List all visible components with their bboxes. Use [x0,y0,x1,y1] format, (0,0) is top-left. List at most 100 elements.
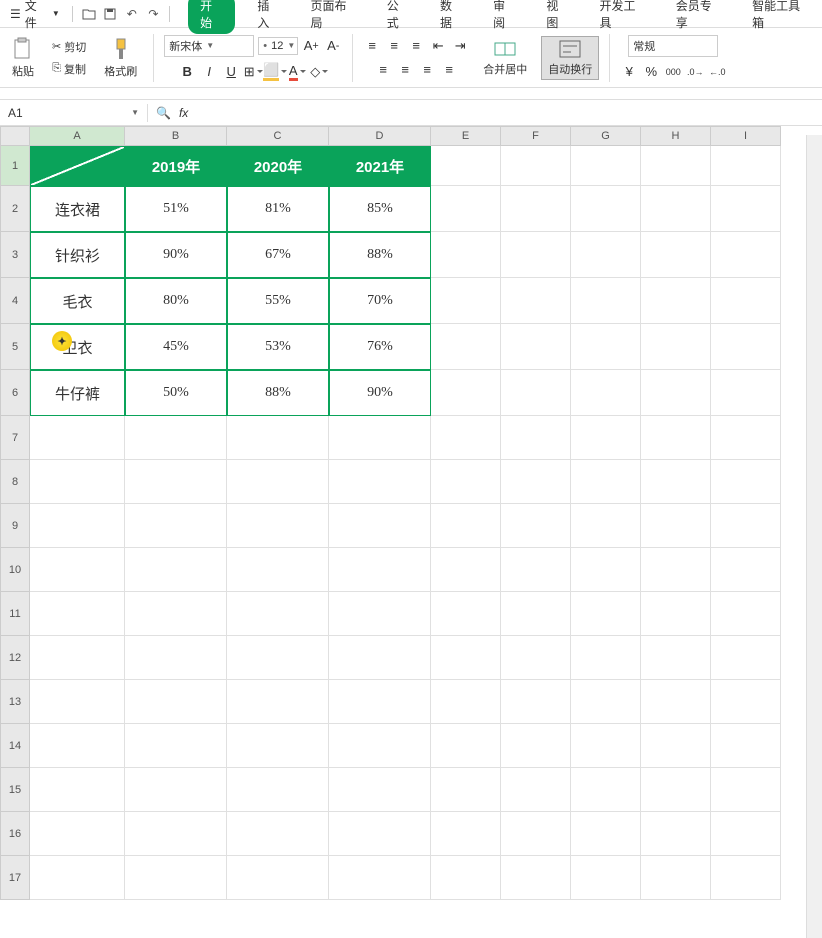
cell[interactable] [571,592,641,636]
decrease-decimal-icon[interactable]: ←.0 [708,63,726,81]
row-header-2[interactable]: 2 [0,186,30,232]
cell[interactable]: 85% [329,186,431,232]
cell[interactable] [125,856,227,900]
tab-insert[interactable]: 插入 [249,0,288,34]
underline-icon[interactable]: U [222,63,240,81]
cell[interactable] [571,768,641,812]
cell[interactable]: 50% [125,370,227,416]
cell[interactable] [329,504,431,548]
row-header-11[interactable]: 11 [0,592,30,636]
tab-dev[interactable]: 开发工具 [591,0,653,34]
cell[interactable] [431,724,501,768]
cell[interactable]: 2021年 [329,146,431,186]
cell[interactable] [641,416,711,460]
cell[interactable] [711,504,781,548]
row-header-3[interactable]: 3 [0,232,30,278]
row-header-16[interactable]: 16 [0,812,30,856]
cell[interactable] [711,232,781,278]
align-left-icon[interactable]: ≡ [374,61,392,79]
cell[interactable] [571,856,641,900]
decrease-font-icon[interactable]: A- [324,37,342,55]
cell[interactable] [227,724,329,768]
tab-ai[interactable]: 智能工具箱 [744,0,818,34]
row-header-14[interactable]: 14 [0,724,30,768]
open-icon[interactable] [79,4,99,24]
cell[interactable] [641,768,711,812]
font-name-select[interactable]: 新宋体▼ [164,35,254,57]
cell[interactable] [501,636,571,680]
thousands-icon[interactable]: 000 [664,63,682,81]
cell[interactable] [641,186,711,232]
cut-button[interactable]: ✂剪切 [48,37,90,57]
cell[interactable] [641,232,711,278]
align-bottom-icon[interactable]: ≡ [407,37,425,55]
cell[interactable] [641,324,711,370]
cell[interactable] [30,636,125,680]
cell[interactable] [227,636,329,680]
cell[interactable] [571,504,641,548]
format-painter-button[interactable]: 格式刷 [98,35,143,81]
cell[interactable] [571,812,641,856]
cell[interactable] [641,724,711,768]
cell[interactable] [125,460,227,504]
cell[interactable] [501,592,571,636]
cell[interactable] [227,768,329,812]
cell[interactable] [30,548,125,592]
cell[interactable] [501,812,571,856]
cell[interactable] [125,592,227,636]
cell[interactable] [431,856,501,900]
tab-data[interactable]: 数据 [432,0,471,34]
save-icon[interactable] [100,4,120,24]
cell[interactable] [227,680,329,724]
increase-decimal-icon[interactable]: .0→ [686,63,704,81]
tab-start[interactable]: 开始 [188,0,235,34]
cell[interactable]: 70% [329,278,431,324]
cell[interactable] [711,724,781,768]
cell[interactable] [711,768,781,812]
cell[interactable] [227,856,329,900]
cell[interactable] [431,548,501,592]
cell[interactable]: 88% [227,370,329,416]
row-header-13[interactable]: 13 [0,680,30,724]
cell[interactable]: 连衣裙 [30,186,125,232]
file-menu[interactable]: ☰ 文件 ▼ [4,0,66,33]
cell[interactable] [711,186,781,232]
cell[interactable]: 90% [125,232,227,278]
cell[interactable] [125,504,227,548]
cell[interactable] [125,680,227,724]
indent-right-icon[interactable]: ⇥ [451,37,469,55]
cell[interactable] [329,636,431,680]
cell[interactable]: 53% [227,324,329,370]
cell[interactable] [501,186,571,232]
cell[interactable] [641,592,711,636]
cell[interactable] [711,416,781,460]
cell[interactable] [501,724,571,768]
percent-icon[interactable]: % [642,63,660,81]
cell[interactable] [501,278,571,324]
cell[interactable] [641,460,711,504]
cell[interactable] [329,768,431,812]
cell[interactable] [711,324,781,370]
cell[interactable] [711,856,781,900]
cell[interactable] [125,724,227,768]
number-format-select[interactable]: 常规 [628,35,718,57]
font-size-select[interactable]: •12▼ [258,37,298,55]
paste-button[interactable]: 粘贴 [6,35,40,81]
tab-review[interactable]: 审阅 [485,0,524,34]
cell[interactable] [30,146,125,186]
cell[interactable] [125,416,227,460]
merge-center-button[interactable]: 合并居中 [477,37,533,79]
cell[interactable] [329,416,431,460]
search-icon[interactable]: 🔍 [156,106,171,120]
cell[interactable] [431,504,501,548]
cell[interactable] [641,812,711,856]
cell[interactable] [641,370,711,416]
cell[interactable] [227,548,329,592]
fx-icon[interactable]: fx [179,106,188,120]
col-header-C[interactable]: C [227,126,329,146]
cell[interactable]: 80% [125,278,227,324]
cell[interactable] [571,724,641,768]
align-middle-icon[interactable]: ≡ [385,37,403,55]
cell[interactable] [571,460,641,504]
cell[interactable] [571,146,641,186]
